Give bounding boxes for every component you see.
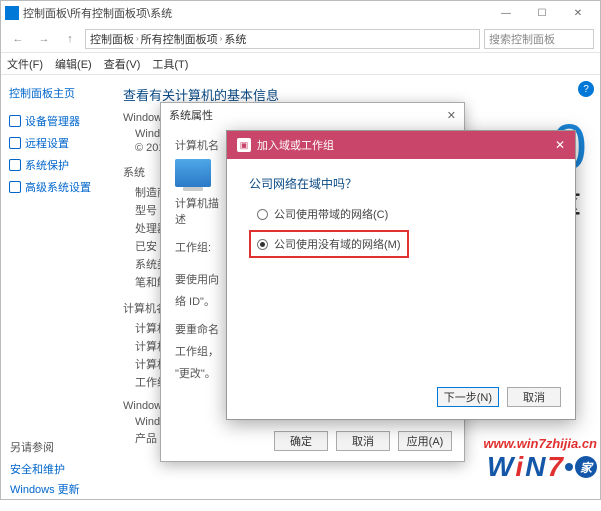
- remote-icon: [9, 137, 21, 149]
- radio-icon: [257, 239, 268, 250]
- sidebar-item-protection[interactable]: 系统保护: [9, 157, 103, 173]
- up-arrow-icon[interactable]: ↑: [59, 28, 81, 50]
- help-icon[interactable]: ?: [578, 81, 594, 97]
- radio-label: 公司使用没有域的网络(M): [274, 236, 401, 252]
- window-controls: — ☐ ✕: [488, 1, 596, 25]
- chevron-right-icon: ›: [220, 34, 223, 43]
- breadcrumb[interactable]: 控制面板 › 所有控制面板项 › 系统: [85, 29, 480, 49]
- see-also-security[interactable]: 安全和维护: [10, 461, 80, 477]
- crumb[interactable]: 控制面板: [90, 31, 134, 47]
- next-button[interactable]: 下一步(N): [437, 387, 499, 407]
- sidebar-item-device-manager[interactable]: 设备管理器: [9, 113, 103, 129]
- radio-icon: [257, 209, 268, 220]
- app-icon: [5, 6, 19, 20]
- radio-domain[interactable]: 公司使用带域的网络(C): [249, 206, 553, 222]
- search-input[interactable]: 搜索控制面板: [484, 29, 594, 49]
- sysprop-titlebar: 系统属性 ✕: [161, 103, 464, 127]
- menu-view[interactable]: 查看(V): [104, 56, 141, 72]
- sidebar-item-remote[interactable]: 远程设置: [9, 135, 103, 151]
- menu-file[interactable]: 文件(F): [7, 56, 43, 72]
- sidebar: 控制面板主页 设备管理器 远程设置 系统保护 高级系统设置: [1, 75, 111, 499]
- minimize-button[interactable]: —: [488, 1, 524, 25]
- sysprop-footer: 确定 取消 应用(A): [274, 431, 452, 451]
- chevron-right-icon: ›: [136, 34, 139, 43]
- close-icon[interactable]: ✕: [447, 109, 456, 122]
- forward-arrow-icon[interactable]: →: [33, 28, 55, 50]
- close-icon[interactable]: ✕: [555, 138, 565, 152]
- see-also-head: 另请参阅: [10, 439, 80, 455]
- menu-tools[interactable]: 工具(T): [152, 56, 188, 72]
- navbar: ← → ↑ 控制面板 › 所有控制面板项 › 系统 搜索控制面板: [1, 25, 600, 53]
- joindlg-title-text: 加入域或工作组: [257, 137, 334, 153]
- dialog-question: 公司网络在域中吗？: [249, 175, 553, 192]
- menubar: 文件(F) 编辑(E) 查看(V) 工具(T): [1, 53, 600, 75]
- see-also-update[interactable]: Windows 更新: [10, 481, 80, 497]
- joindlg-titlebar: ▣ 加入域或工作组 ✕: [227, 131, 575, 159]
- sysprop-title-text: 系统属性: [169, 107, 213, 123]
- highlighted-option: 公司使用没有域的网络(M): [249, 230, 409, 258]
- search-placeholder: 搜索控制面板: [489, 31, 555, 47]
- joindlg-body: 公司网络在域中吗？ 公司使用带域的网络(C) 公司使用没有域的网络(M): [227, 159, 575, 274]
- joindlg-footer: 下一步(N) 取消: [437, 387, 561, 407]
- join-domain-dialog: ▣ 加入域或工作组 ✕ 公司网络在域中吗？ 公司使用带域的网络(C) 公司使用没…: [226, 130, 576, 420]
- window-title: 控制面板\所有控制面板项\系统: [23, 5, 488, 21]
- cancel-button[interactable]: 取消: [507, 387, 561, 407]
- maximize-button[interactable]: ☐: [524, 1, 560, 25]
- shield-icon: [9, 159, 21, 171]
- label: 计算机描述: [175, 195, 225, 227]
- radio-workgroup[interactable]: 公司使用没有域的网络(M): [257, 236, 401, 252]
- crumb[interactable]: 系统: [224, 31, 246, 47]
- wizard-icon: ▣: [237, 138, 251, 152]
- apply-button[interactable]: 应用(A): [398, 431, 452, 451]
- back-arrow-icon[interactable]: ←: [7, 28, 29, 50]
- close-button[interactable]: ✕: [560, 1, 596, 25]
- crumb[interactable]: 所有控制面板项: [141, 31, 218, 47]
- label: 计算机名: [175, 137, 225, 153]
- menu-edit[interactable]: 编辑(E): [55, 56, 92, 72]
- titlebar: 控制面板\所有控制面板项\系统 — ☐ ✕: [1, 1, 600, 25]
- cancel-button[interactable]: 取消: [336, 431, 390, 451]
- computer-icon: [175, 159, 211, 187]
- sidebar-item-advanced[interactable]: 高级系统设置: [9, 179, 103, 195]
- gear-icon: [9, 181, 21, 193]
- device-icon: [9, 115, 21, 127]
- see-also: 另请参阅 安全和维护 Windows 更新: [10, 439, 80, 501]
- ok-button[interactable]: 确定: [274, 431, 328, 451]
- radio-label: 公司使用带域的网络(C): [274, 206, 388, 222]
- control-panel-home-link[interactable]: 控制面板主页: [9, 85, 103, 101]
